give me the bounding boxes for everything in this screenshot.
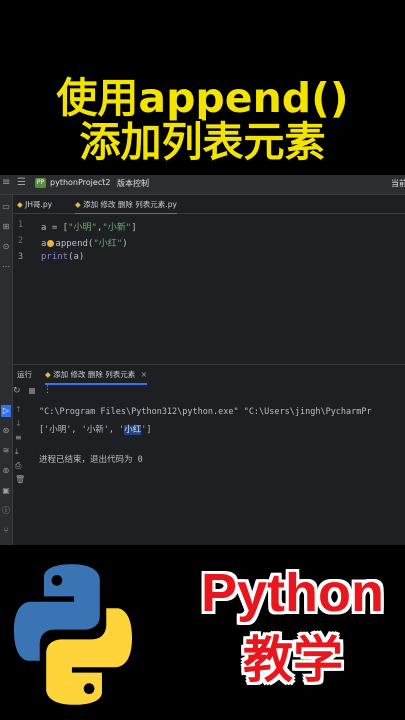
main-menu-icon[interactable]: ☰ xyxy=(17,177,26,188)
python-title: Python xyxy=(201,563,384,623)
python-logo xyxy=(14,564,132,705)
current-file-label[interactable]: 当前 xyxy=(391,178,405,189)
soft-wrap-icon[interactable]: ≡ xyxy=(15,433,22,442)
line-number: 1 xyxy=(18,220,24,230)
code-text: a xyxy=(41,239,47,249)
project-badge[interactable]: PP xyxy=(35,178,46,188)
folder-icon[interactable]: ▭ xyxy=(2,203,10,211)
chevron-down-icon[interactable]: ˅ xyxy=(101,178,105,187)
lightbulb-icon[interactable] xyxy=(47,240,55,247)
line-number-gutter: 1 2 3 xyxy=(13,214,35,364)
output-text: '] xyxy=(141,425,152,435)
run-tool-icon[interactable]: ▷ xyxy=(1,405,11,417)
python-packages-icon[interactable]: ⊛ xyxy=(2,427,10,435)
arrow-down-icon[interactable]: ↓ xyxy=(15,419,22,428)
editor-tab-bar: ◆ JH哥.py ◆ 添加 修改 删除 列表元素.py xyxy=(13,195,405,215)
commit-icon[interactable]: ⊙ xyxy=(2,243,10,251)
line-number: 3 xyxy=(18,252,24,262)
layers-icon[interactable]: ≋ xyxy=(2,447,10,455)
tab-list-elements[interactable]: ◆ 添加 修改 删除 列表元素.py xyxy=(75,199,177,215)
run-panel: 运行 ◆ 添加 修改 删除 列表元素 × ↻ ⋮ ↑ ↓ ≡ ⤓ ⎙ 🗑 "C:… xyxy=(13,364,405,545)
scroll-end-icon[interactable]: ⤓ xyxy=(15,447,19,457)
left-tool-strip: ▭ ⊞ ⊙ ⋯ ▷ ⊛ ≋ ⊚ ▣ ⓘ ⑂ xyxy=(0,195,13,545)
code-text: append( xyxy=(55,239,94,249)
run-panel-tabs: 运行 ◆ 添加 修改 删除 列表元素 × xyxy=(13,365,405,385)
headline-line-2: 添加列表元素 xyxy=(79,118,326,166)
string-literal: "小新" xyxy=(102,223,132,233)
tab-label: 添加 修改 删除 列表元素.py xyxy=(83,200,177,209)
print-icon[interactable]: ⎙ xyxy=(15,461,21,471)
selected-text[interactable]: 小红 xyxy=(124,425,142,435)
run-side-tools: ↑ ↓ ≡ ⤓ ⎙ 🗑 xyxy=(15,405,27,495)
tab-run[interactable]: 运行 xyxy=(17,369,32,380)
trash-icon[interactable]: 🗑 xyxy=(15,475,25,484)
teaching-subtitle: 教学 xyxy=(243,631,343,689)
close-icon[interactable]: × xyxy=(141,370,147,379)
output-result: ['小明', '小新', '小红'] xyxy=(39,423,151,435)
code-line-3[interactable]: print(a) xyxy=(41,252,84,262)
python-file-icon: ◆ xyxy=(45,370,54,379)
python-file-icon: ◆ xyxy=(75,200,84,209)
code-editor[interactable]: 1 2 3 a = ["小明","小新"] a append("小红") prin… xyxy=(13,214,405,364)
string-literal: "小明" xyxy=(68,223,97,233)
headline-line-1: 使用append() xyxy=(56,74,349,122)
terminal-icon[interactable]: ▣ xyxy=(2,487,10,495)
plugins-icon[interactable]: ⊞ xyxy=(2,223,10,231)
tab-jh[interactable]: ◆ JH哥.py xyxy=(17,199,52,210)
output-command: "C:\Program Files\Python312\python.exe" … xyxy=(39,407,372,417)
code-line-1[interactable]: a = ["小明","小新"] xyxy=(41,220,137,233)
rerun-icon[interactable]: ↻ xyxy=(13,386,21,396)
stop-icon[interactable] xyxy=(29,388,35,394)
code-text: ) xyxy=(122,239,128,249)
ide-window: ≡ ☰ PP pythonProject2 ˅ 版本控制 ˅ 当前 ▭ ⊞ ⊙ … xyxy=(0,175,405,545)
run-toolbar: ↻ ⋮ xyxy=(13,385,405,399)
run-config-label: 添加 修改 删除 列表元素 xyxy=(53,370,136,379)
git-icon[interactable]: ⑂ xyxy=(2,527,10,535)
output-text: ['小明', '小新', ' xyxy=(39,425,125,435)
arrow-up-icon[interactable]: ↑ xyxy=(15,405,22,414)
services-icon[interactable]: ⊚ xyxy=(2,467,10,475)
tab-label: JH哥.py xyxy=(25,200,53,209)
python-file-icon: ◆ xyxy=(17,200,26,209)
title-banner: 使用append() 添加列表元素 xyxy=(0,0,405,175)
ide-top-bar: ≡ ☰ PP pythonProject2 ˅ 版本控制 ˅ 当前 xyxy=(0,175,405,195)
hamburger-menu-icon[interactable]: ≡ xyxy=(2,177,10,188)
line-number: 2 xyxy=(18,236,24,246)
chevron-down-icon[interactable]: ˅ xyxy=(146,178,150,187)
code-text: a = [ xyxy=(41,223,69,233)
code-line-2[interactable]: a append("小红") xyxy=(41,236,128,249)
string-literal: "小红" xyxy=(93,239,123,249)
more-options-icon[interactable]: ⋮ xyxy=(43,385,52,395)
builtin-function: print xyxy=(41,252,69,262)
code-text: ] xyxy=(131,223,137,233)
tab-run-config[interactable]: ◆ 添加 修改 删除 列表元素 × xyxy=(45,369,147,385)
code-text: (a) xyxy=(68,252,85,262)
output-exit-message: 进程已结束，退出代码为 0 xyxy=(39,455,143,465)
problems-icon[interactable]: ⓘ xyxy=(2,507,10,515)
vcs-menu[interactable]: 版本控制 xyxy=(117,178,149,189)
more-icon[interactable]: ⋯ xyxy=(2,263,10,271)
